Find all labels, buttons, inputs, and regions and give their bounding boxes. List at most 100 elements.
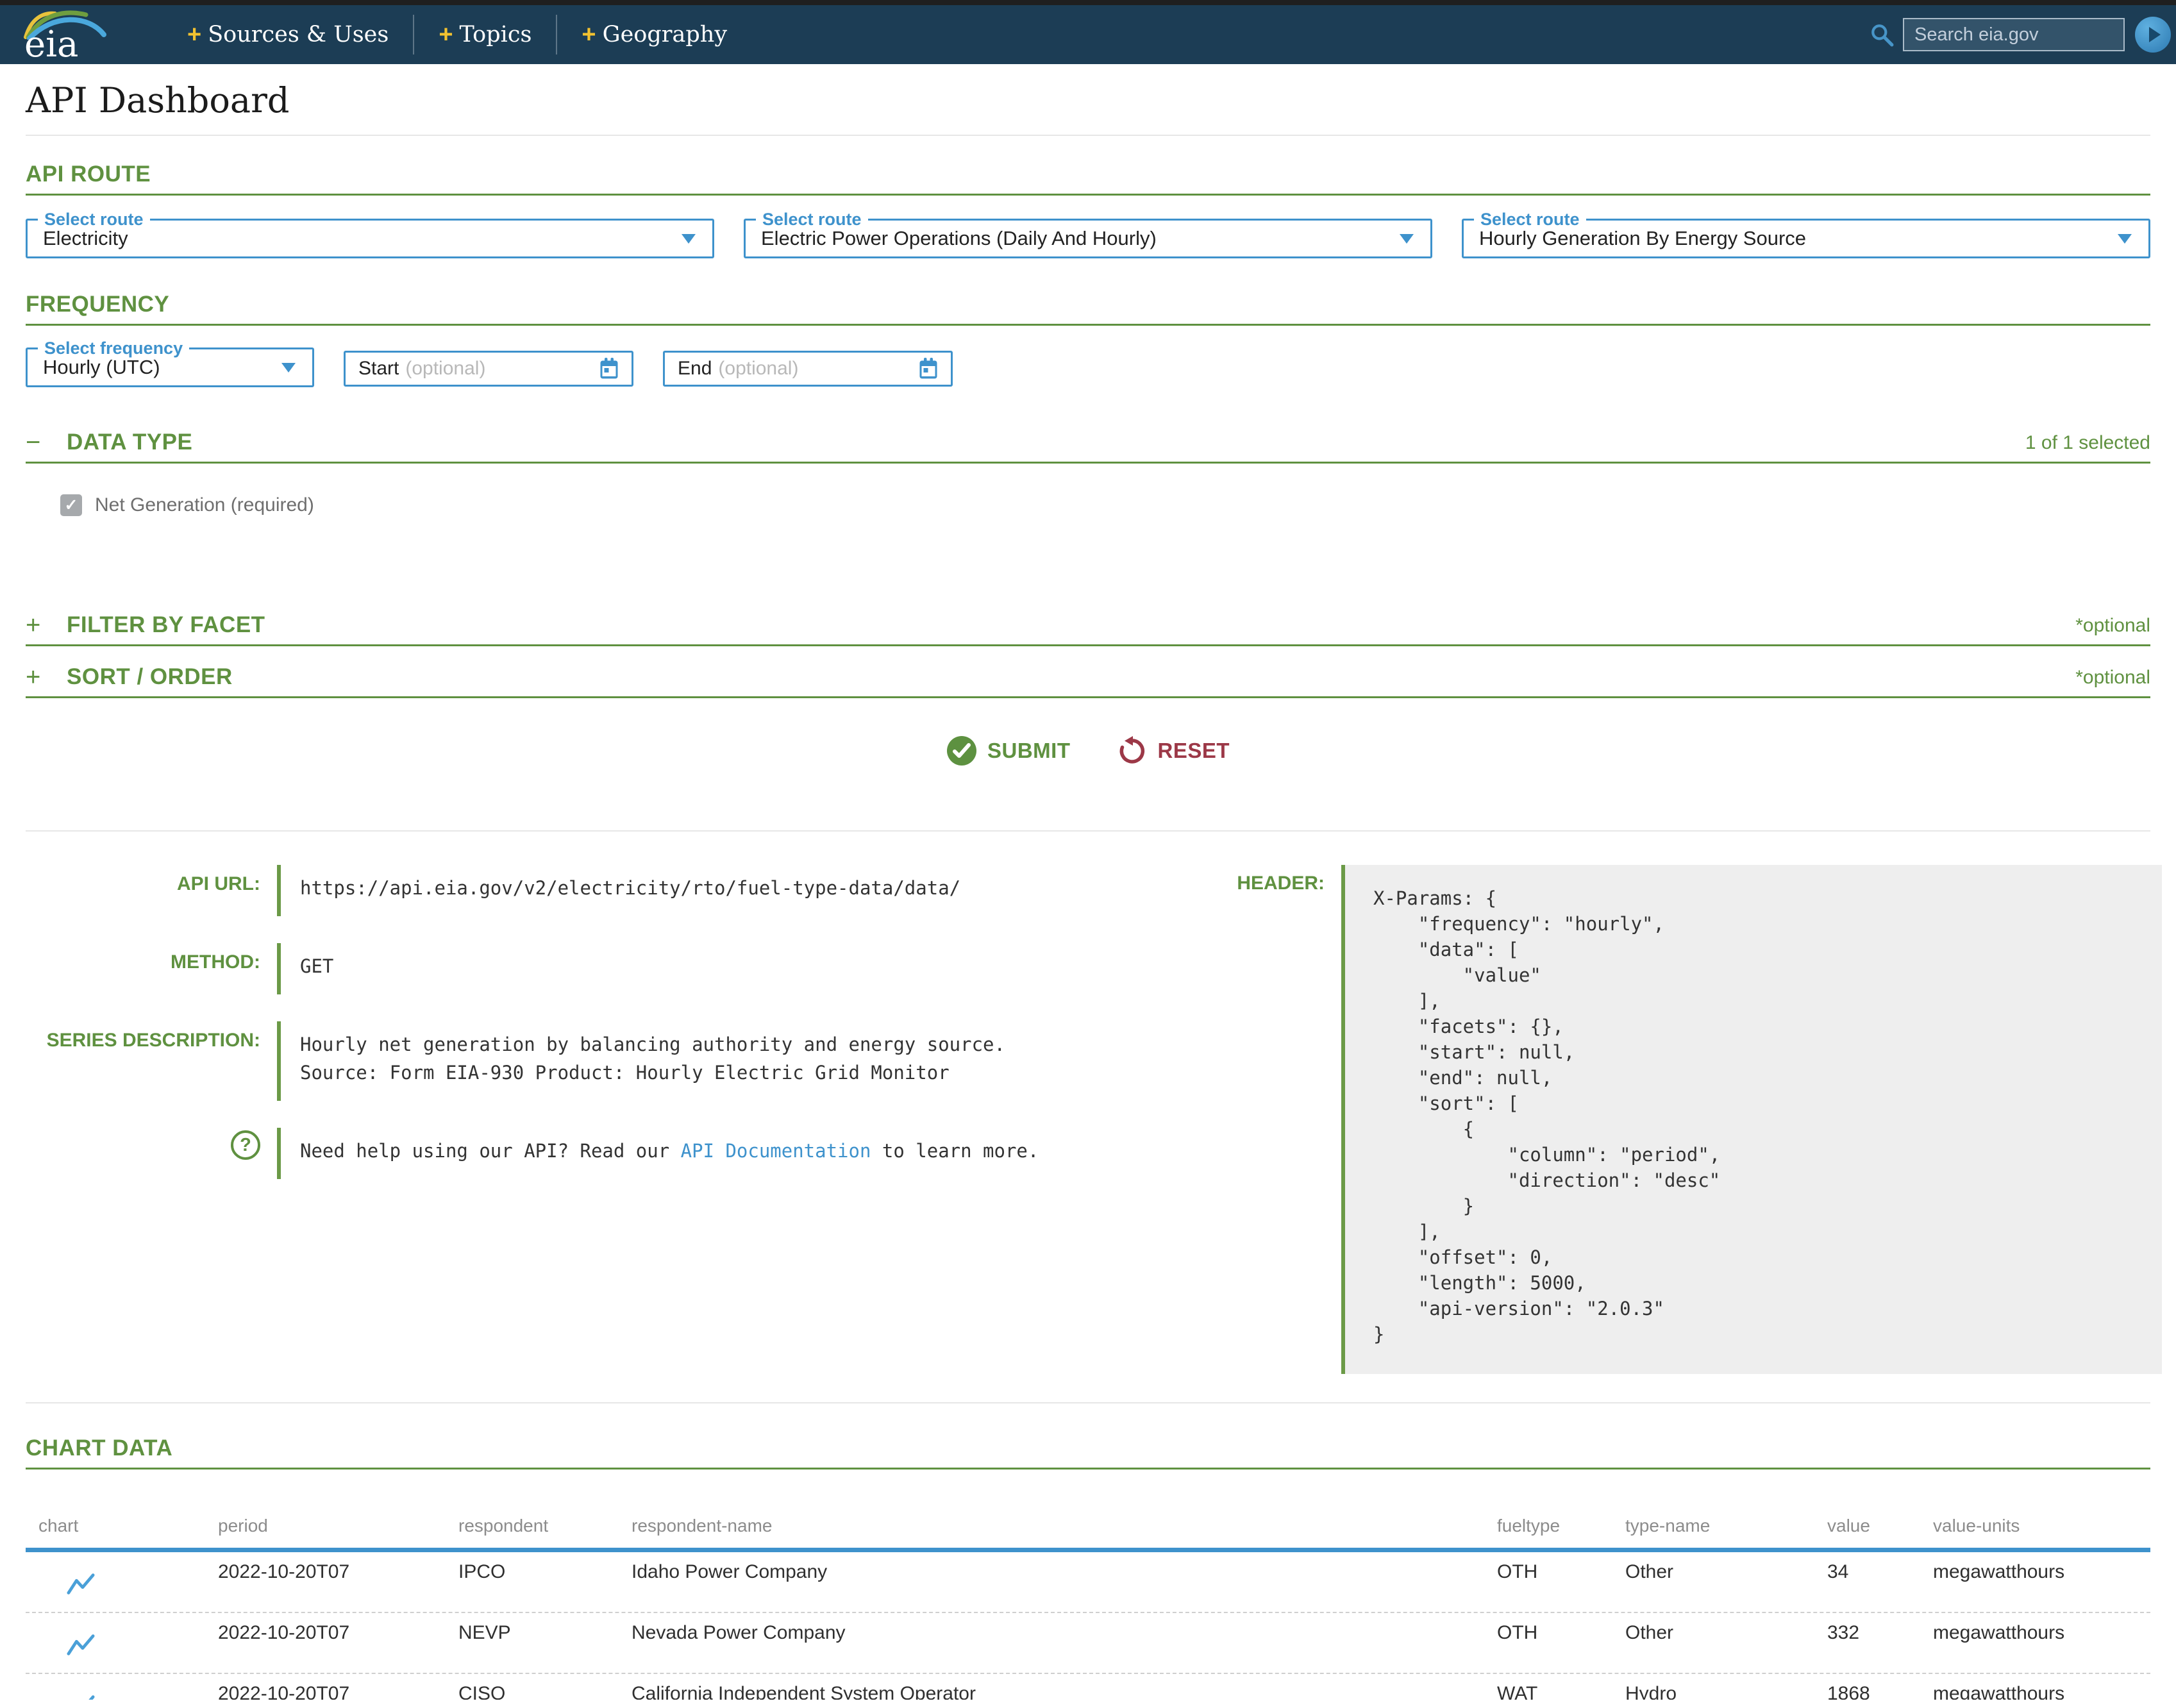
- api-url-row: API URL: https://api.eia.gov/v2/electric…: [0, 865, 1116, 916]
- route-select-1-value: Electricity: [43, 227, 128, 250]
- table-header-row: chart period respondent respondent-name …: [26, 1516, 2150, 1552]
- cell-fueltype: OTH: [1484, 1552, 1612, 1612]
- sort-order-heading: SORT / ORDER: [67, 664, 233, 690]
- calendar-icon[interactable]: [919, 358, 938, 380]
- frequency-select-label: Select frequency: [38, 340, 189, 357]
- col-value: value: [1814, 1516, 1920, 1536]
- section-api-route: API ROUTE: [26, 162, 2150, 196]
- cell-period: 2022-10-20T07: [205, 1674, 446, 1700]
- minus-collapse-icon[interactable]: −: [26, 430, 67, 455]
- search-go-button[interactable]: [2135, 17, 2171, 53]
- cell-type-name: Other: [1612, 1613, 1814, 1673]
- calendar-icon[interactable]: [599, 358, 619, 380]
- browser-edge-strip: [0, 0, 2176, 5]
- plus-expand-icon[interactable]: +: [26, 612, 67, 638]
- col-chart: chart: [26, 1516, 205, 1536]
- col-respondent-name: respondent-name: [619, 1516, 1484, 1536]
- help-text: Need help using our API? Read our API Do…: [281, 1128, 1039, 1179]
- filter-by-facet-heading: FILTER BY FACET: [67, 612, 265, 638]
- chart-data-table: chart period respondent respondent-name …: [26, 1516, 2150, 1700]
- main-nav: + Sources & Uses + Topics + Geography: [163, 15, 751, 54]
- start-date-field[interactable]: Start (optional): [344, 351, 633, 387]
- section-frequency: FREQUENCY: [26, 292, 2150, 326]
- row-chart-button[interactable]: [26, 1613, 205, 1673]
- header-label: HEADER:: [1116, 865, 1341, 1374]
- end-date-field[interactable]: End (optional): [663, 351, 953, 387]
- col-respondent: respondent: [446, 1516, 619, 1536]
- form-actions: SUBMIT RESET: [0, 735, 2176, 766]
- method-label: METHOD:: [0, 943, 277, 994]
- check-circle-icon: [946, 735, 977, 766]
- api-documentation-link[interactable]: API Documentation: [681, 1140, 871, 1162]
- line-chart-icon: [67, 1693, 95, 1700]
- route-select-3-label: Select route: [1474, 211, 1586, 228]
- series-description-row: SERIES DESCRIPTION: Hourly net generatio…: [0, 1021, 1116, 1101]
- chevron-down-icon: [281, 363, 296, 373]
- table-row: 2022-10-20T07 CISO California Independen…: [26, 1674, 2150, 1700]
- cell-value-units: megawatthours: [1920, 1613, 2150, 1673]
- frequency-heading: FREQUENCY: [26, 292, 169, 317]
- route-select-1-label: Select route: [38, 211, 150, 228]
- nav-item-sources-uses[interactable]: + Sources & Uses: [163, 22, 413, 47]
- section-data-type[interactable]: − DATA TYPE 1 of 1 selected: [26, 430, 2150, 464]
- checkbox-check-icon: ✓: [65, 496, 78, 515]
- search-input[interactable]: [1903, 18, 2125, 51]
- net-generation-checkbox[interactable]: ✓: [60, 494, 82, 516]
- cell-respondent-name: Idaho Power Company: [619, 1552, 1484, 1612]
- cell-type-name: Other: [1612, 1552, 1814, 1612]
- request-info: API URL: https://api.eia.gov/v2/electric…: [0, 865, 2176, 1374]
- frequency-select-value: Hourly (UTC): [43, 356, 160, 379]
- section-sort-order[interactable]: + SORT / ORDER *optional: [26, 664, 2150, 698]
- method-row: METHOD: GET: [0, 943, 1116, 994]
- line-chart-icon: [67, 1632, 95, 1658]
- method-value: GET: [281, 943, 333, 994]
- sort-optional-note: *optional: [2075, 667, 2150, 690]
- page-title: API Dashboard: [26, 82, 2150, 119]
- search-go-arrow-icon: [2149, 27, 2161, 42]
- plus-expand-icon[interactable]: +: [26, 664, 67, 690]
- data-type-selected-count: 1 of 1 selected: [2025, 432, 2150, 455]
- help-icon: ?: [231, 1130, 260, 1160]
- nav-item-geography[interactable]: + Geography: [557, 22, 751, 47]
- chevron-down-icon: [2118, 234, 2132, 244]
- eia-logo-text: eia: [24, 27, 78, 63]
- cell-respondent: NEVP: [446, 1613, 619, 1673]
- nav-item-topics[interactable]: + Topics: [414, 22, 556, 47]
- api-url-value: https://api.eia.gov/v2/electricity/rto/f…: [281, 865, 960, 916]
- frequency-select[interactable]: Select frequency Hourly (UTC): [26, 340, 314, 387]
- section-divider: [26, 830, 2150, 832]
- submit-button[interactable]: SUBMIT: [946, 735, 1071, 766]
- net-generation-checkbox-label: Net Generation (required): [95, 494, 314, 516]
- col-period: period: [205, 1516, 446, 1536]
- title-divider: [26, 135, 2150, 136]
- section-filter-by-facet[interactable]: + FILTER BY FACET *optional: [26, 612, 2150, 646]
- frequency-controls-row: Select frequency Hourly (UTC) Start (opt…: [26, 340, 2150, 387]
- cell-fueltype: OTH: [1484, 1613, 1612, 1673]
- row-chart-button[interactable]: [26, 1674, 205, 1700]
- col-type-name: type-name: [1612, 1516, 1814, 1536]
- cell-fueltype: WAT: [1484, 1674, 1612, 1700]
- series-description-value: Hourly net generation by balancing autho…: [281, 1021, 1005, 1101]
- eia-logo[interactable]: eia: [17, 5, 124, 64]
- row-chart-button[interactable]: [26, 1552, 205, 1612]
- chevron-down-icon: [1400, 234, 1414, 244]
- cell-value: 332: [1814, 1613, 1920, 1673]
- help-row: ? Need help using our API? Read our API …: [0, 1128, 1116, 1179]
- reset-button[interactable]: RESET: [1117, 735, 1230, 766]
- data-type-heading: DATA TYPE: [67, 430, 192, 455]
- route-select-2-label: Select route: [756, 211, 868, 228]
- route-select-2[interactable]: Select route Electric Power Operations (…: [744, 211, 1432, 258]
- header-code-panel: X-Params: { "frequency": "hourly", "data…: [1345, 865, 2162, 1374]
- table-row: 2022-10-20T07 IPCO Idaho Power Company O…: [26, 1552, 2150, 1613]
- api-route-heading: API ROUTE: [26, 162, 151, 187]
- reset-undo-icon: [1117, 736, 1147, 766]
- paginator: Items per page: 20 1 – 20 of 14536983: [0, 1700, 2176, 1708]
- route-select-3[interactable]: Select route Hourly Generation By Energy…: [1462, 211, 2150, 258]
- cell-value-units: megawatthours: [1920, 1552, 2150, 1612]
- site-search: [1870, 17, 2171, 53]
- line-chart-icon: [67, 1571, 95, 1597]
- cell-value: 34: [1814, 1552, 1920, 1612]
- series-description-label: SERIES DESCRIPTION:: [0, 1021, 277, 1101]
- route-select-1[interactable]: Select route Electricity: [26, 211, 714, 258]
- plus-icon: +: [187, 22, 201, 47]
